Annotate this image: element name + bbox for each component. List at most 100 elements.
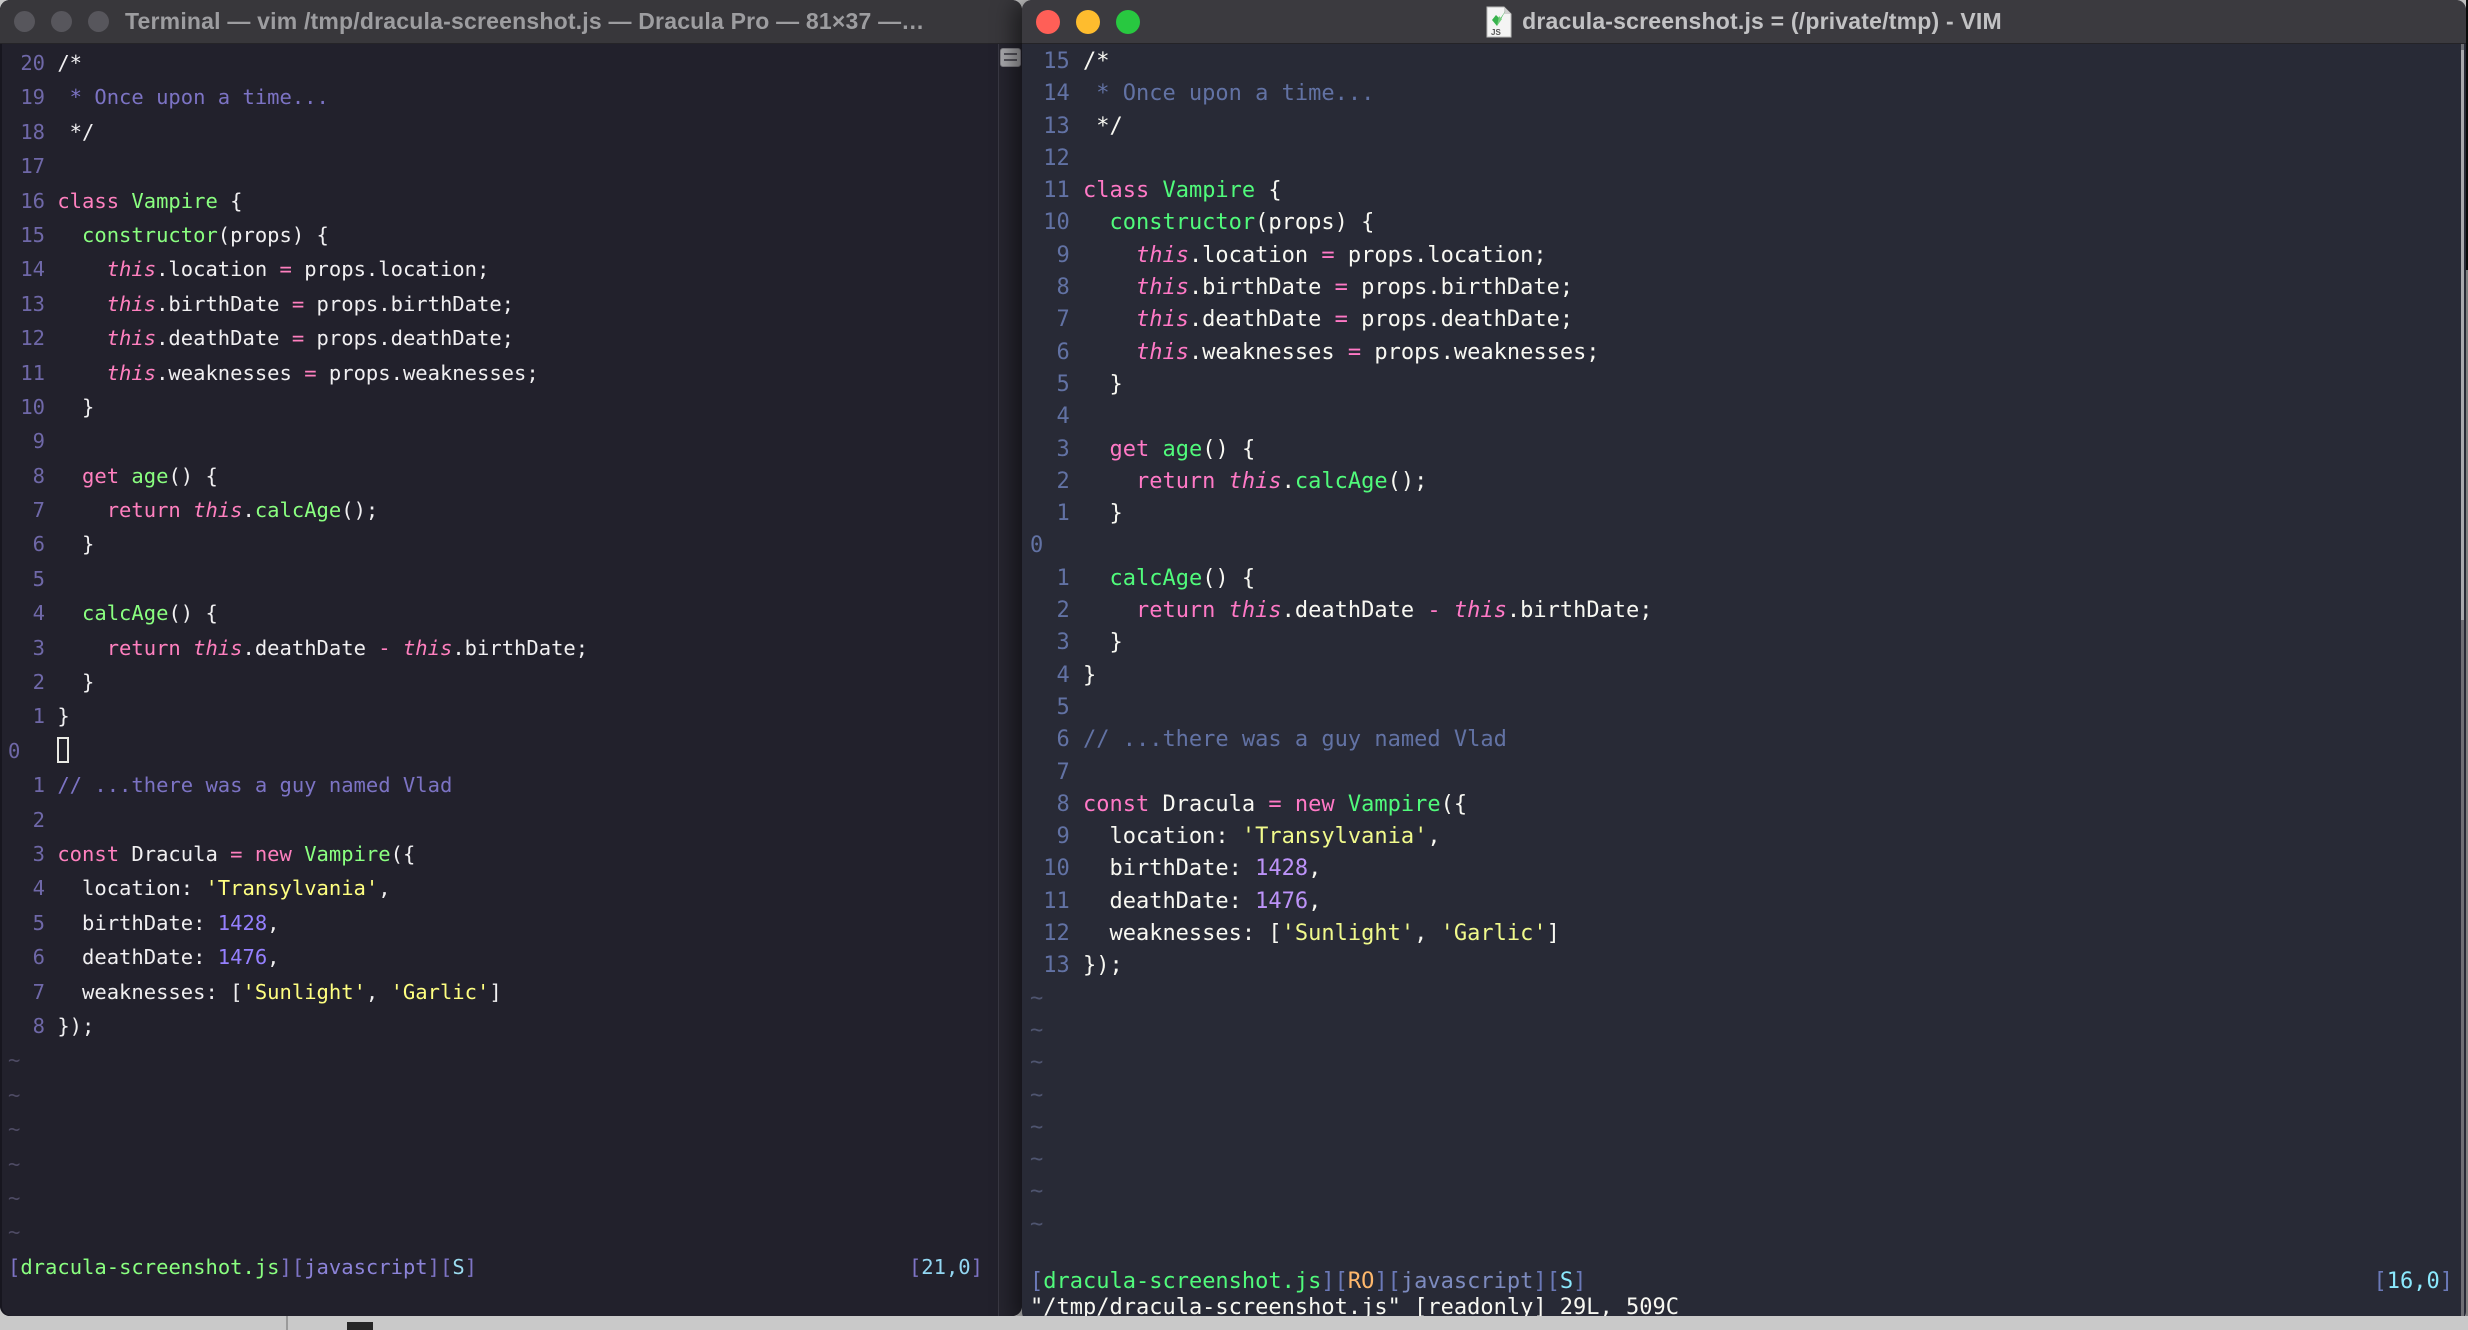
code-token: return (1135, 468, 1229, 494)
code-line: 2 (0, 803, 1022, 837)
code-token: this (193, 498, 243, 523)
code-token: this (106, 291, 157, 316)
code-token: 1476 (1255, 888, 1309, 914)
line-number: 0 (1030, 533, 1044, 559)
line-number: 12 (1043, 145, 1070, 171)
statusline-segment: dracula-screenshot.js (1043, 1269, 1322, 1294)
line-number: 10 (1043, 856, 1070, 882)
traffic-lights (1022, 9, 1140, 34)
code-line: 6 deathDate: 1476, (0, 940, 1022, 974)
code-token: ({ (1440, 791, 1468, 817)
code-token: props.birthDate; (304, 291, 515, 316)
code-token: = (1268, 791, 1282, 817)
code-token: } (57, 532, 95, 557)
statusline-segment: ] (1573, 1269, 1587, 1294)
code-token: .birthDate; (1506, 598, 1653, 624)
line-number: 9 (1056, 824, 1070, 850)
code-token: const (57, 841, 120, 866)
close-button-icon[interactable] (1036, 9, 1060, 34)
line-number: 12 (20, 326, 46, 351)
line-number: 2 (32, 670, 46, 695)
line-number: 13 (1043, 953, 1070, 979)
code-token: this (1228, 468, 1282, 494)
code-line: 7 (1022, 757, 2466, 789)
code-token: , (1308, 888, 1322, 914)
zoom-button-inactive-icon[interactable] (88, 11, 109, 32)
code-token: = (1334, 307, 1348, 333)
line-number: 19 (20, 85, 46, 110)
code-line: 11 this.weaknesses = props.weaknesses; (0, 356, 1022, 390)
code-token: get (1109, 436, 1163, 462)
code-token: calcAge (254, 498, 342, 523)
code-line: 5 (0, 562, 1022, 596)
code-token: .weaknesses (1188, 339, 1348, 365)
code-token: .birthDate (1188, 275, 1335, 301)
line-number: 4 (1056, 662, 1070, 688)
statusline-segment: dracula-screenshot.js (20, 1255, 280, 1279)
code-token: constructor (82, 222, 218, 247)
code-line: 4 calcAge() { (0, 596, 1022, 630)
code-token: , (267, 910, 280, 935)
line-number: 2 (32, 807, 46, 832)
code-token: class (1082, 178, 1163, 204)
code-line: 6 } (0, 527, 1022, 561)
code-token: }); (1082, 953, 1123, 979)
traffic-lights (0, 11, 109, 32)
zoom-button-icon[interactable] (1116, 9, 1140, 34)
background-window-edge (286, 1316, 288, 1330)
code-line: 7 weaknesses: ['Sunlight', 'Garlic'] (0, 975, 1022, 1009)
statusline-segment: ][ (1533, 1269, 1560, 1294)
terminal-titlebar[interactable]: Terminal — vim /tmp/dracula-screenshot.j… (0, 0, 1022, 44)
code-token: constructor (1109, 210, 1256, 236)
empty-buffer-tilde: ~ (1030, 1050, 1044, 1076)
terminal-scrollbar[interactable] (998, 44, 1022, 1316)
macvim-titlebar[interactable]: JS dracula-screenshot.js = (/private/tmp… (1022, 0, 2466, 44)
terminal-window-title: Terminal — vim /tmp/dracula-screenshot.j… (125, 8, 925, 34)
line-number: 13 (20, 291, 46, 316)
code-line: 12 this.deathDate = props.deathDate; (0, 321, 1022, 355)
code-token: calcAge (1294, 468, 1388, 494)
statusline-segment: javascript (1400, 1269, 1534, 1294)
code-token: }); (57, 1013, 95, 1038)
minimize-button-inactive-icon[interactable] (51, 11, 72, 32)
terminal-vim-buffer[interactable]: 20/* 19 * Once upon a time... 18 */17 16 cla… (0, 46, 1022, 1250)
background-window-fragment (347, 1322, 373, 1330)
minimize-button-icon[interactable] (1076, 9, 1100, 34)
line-number: 6 (1056, 727, 1070, 753)
code-token: props.location; (1334, 242, 1547, 268)
split-pane-button[interactable] (1000, 48, 1021, 67)
code-token: () { (168, 463, 218, 488)
line-number: 0 (8, 738, 21, 763)
macvim-scrollbar-thumb[interactable] (2461, 50, 2464, 620)
empty-buffer-tilde: ~ (1030, 985, 1044, 1011)
macvim-buffer[interactable]: 15/* 14 * Once upon a time... 13 */12 11 cla… (1022, 46, 2466, 1241)
code-token: , (267, 945, 280, 970)
code-line: 17 (0, 149, 1022, 183)
statusline-segment: ][ (1374, 1269, 1401, 1294)
code-line: 9 this.location = props.location; (1022, 240, 2466, 272)
macvim-window-title: dracula-screenshot.js = (/private/tmp) -… (1522, 8, 2002, 34)
code-token: () { (1202, 565, 1256, 591)
code-line: 9 location: 'Transylvania', (1022, 821, 2466, 853)
close-button-inactive-icon[interactable] (14, 11, 35, 32)
code-token: 'Transylvania' (1241, 824, 1428, 850)
code-token: /* (1082, 49, 1110, 74)
code-line: 16 class Vampire { (0, 184, 1022, 218)
code-token: */ (57, 119, 95, 144)
code-token: Vampire (131, 188, 218, 213)
js-file-icon: JS (1486, 6, 1512, 37)
line-number: 6 (1056, 339, 1070, 365)
code-token: Vampire (1347, 791, 1441, 817)
code-token: , (378, 876, 391, 901)
code-token: } (57, 704, 70, 729)
empty-buffer-tilde: ~ (8, 1185, 21, 1210)
code-line: 20 /* (0, 46, 1022, 80)
code-line: 5 } (1022, 369, 2466, 401)
code-token: - (1427, 598, 1441, 624)
